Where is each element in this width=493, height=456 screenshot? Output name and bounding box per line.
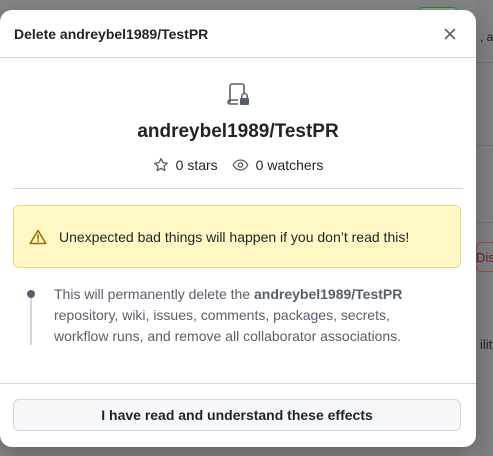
effect-prefix: This will permanently delete the bbox=[54, 286, 254, 302]
background-divider bbox=[476, 145, 493, 146]
watchers-stat: 0 watchers bbox=[232, 157, 324, 173]
effect-description: This will permanently delete the andreyb… bbox=[54, 284, 446, 347]
repo-icon-container bbox=[0, 82, 476, 108]
warning-text: Unexpected bad things will happen if you… bbox=[59, 228, 410, 245]
repo-stats: 0 stars 0 watchers bbox=[0, 157, 476, 173]
understand-effects-button[interactable]: I have read and understand these effects bbox=[13, 399, 461, 431]
section-divider bbox=[13, 188, 463, 189]
timeline-rail bbox=[30, 290, 32, 345]
background-divider bbox=[476, 62, 493, 63]
background-text: , ar bbox=[480, 30, 493, 44]
stars-count: 0 stars bbox=[175, 157, 218, 173]
effects-list: This will permanently delete the andreyb… bbox=[27, 284, 446, 347]
watchers-count: 0 watchers bbox=[255, 157, 324, 173]
stars-stat: 0 stars bbox=[153, 157, 218, 173]
close-button[interactable] bbox=[438, 22, 462, 46]
eye-icon bbox=[232, 159, 249, 171]
dialog-title: Delete andreybel1989/TestPR bbox=[14, 25, 209, 42]
warning-banner: Unexpected bad things will happen if you… bbox=[13, 205, 461, 268]
background-strip bbox=[476, 0, 493, 456]
effect-suffix: repository, wiki, issues, comments, pack… bbox=[54, 307, 402, 344]
background-text: ility bbox=[480, 337, 493, 352]
repo-name: andreybel1989/TestPR bbox=[137, 121, 339, 142]
delete-repo-dialog: Delete andreybel1989/TestPR andreybel198… bbox=[0, 10, 476, 447]
timeline-dot bbox=[27, 290, 35, 298]
repo-locked-icon bbox=[227, 83, 249, 105]
effect-repo-name: andreybel1989/TestPR bbox=[254, 286, 403, 302]
star-icon bbox=[153, 157, 168, 172]
dialog-footer: I have read and understand these effects bbox=[0, 383, 476, 447]
x-icon bbox=[444, 28, 456, 39]
dialog-header: Delete andreybel1989/TestPR bbox=[0, 10, 476, 58]
background-danger-text: Dis bbox=[476, 250, 493, 265]
alert-icon bbox=[29, 229, 47, 245]
background-divider bbox=[476, 222, 493, 223]
